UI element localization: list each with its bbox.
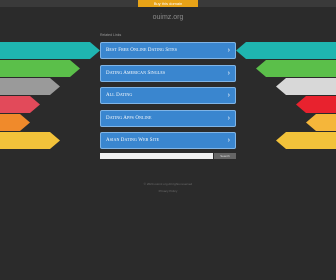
arrow-shape	[0, 132, 60, 149]
link-button-5[interactable]: Asian Dating Web Site ›	[100, 132, 236, 149]
domain-title: ouimz.org	[152, 14, 184, 21]
chevron-right-icon: ›	[227, 92, 230, 99]
arrow-shape	[296, 96, 336, 113]
arrow-shape	[0, 78, 60, 95]
link-button-2[interactable]: Dating American Singles ›	[100, 64, 236, 82]
chevron-right-icon: ›	[227, 137, 230, 144]
arrow-shape	[276, 78, 336, 95]
link-label: Best Free Online Dating Sites	[106, 48, 178, 53]
chevron-right-icon: ›	[227, 47, 230, 54]
footer-copyright: © 2024 ouimz.org All rights reserved	[143, 182, 193, 186]
arrow-shape	[306, 114, 336, 131]
search-bar: Search	[100, 153, 236, 159]
link-label: Dating Apps Online	[106, 115, 152, 121]
search-input[interactable]	[100, 153, 213, 159]
link-button-1[interactable]: Best Free Online Dating Sites ›	[100, 42, 236, 59]
arrow-shape	[0, 114, 30, 131]
related-links-list: Best Free Online Dating Sites › Dating A…	[100, 42, 236, 155]
arrow-shape	[0, 60, 80, 77]
buy-domain-button[interactable]: Buy this domain	[138, 0, 198, 7]
left-arrow-decoration	[0, 42, 100, 149]
search-button[interactable]: Search	[214, 153, 236, 159]
link-button-3[interactable]: All Dating ›	[100, 87, 236, 104]
link-label: Asian Dating Web Site	[106, 138, 160, 143]
link-button-4[interactable]: Dating Apps Online ›	[100, 109, 236, 127]
top-bar: Buy this domain	[0, 0, 336, 7]
chevron-right-icon: ›	[227, 69, 230, 77]
related-links-label: Related Links	[100, 33, 122, 37]
arrow-shape	[0, 96, 40, 113]
privacy-policy-link[interactable]: Privacy Policy	[0, 189, 336, 193]
arrow-shape	[236, 42, 336, 59]
arrow-shape	[0, 42, 100, 59]
arrow-shape	[276, 132, 336, 149]
link-label: Dating American Singles	[106, 70, 166, 76]
link-label: All Dating	[106, 93, 133, 98]
arrow-shape	[256, 60, 336, 77]
right-arrow-decoration	[236, 42, 336, 149]
chevron-right-icon: ›	[227, 114, 230, 122]
